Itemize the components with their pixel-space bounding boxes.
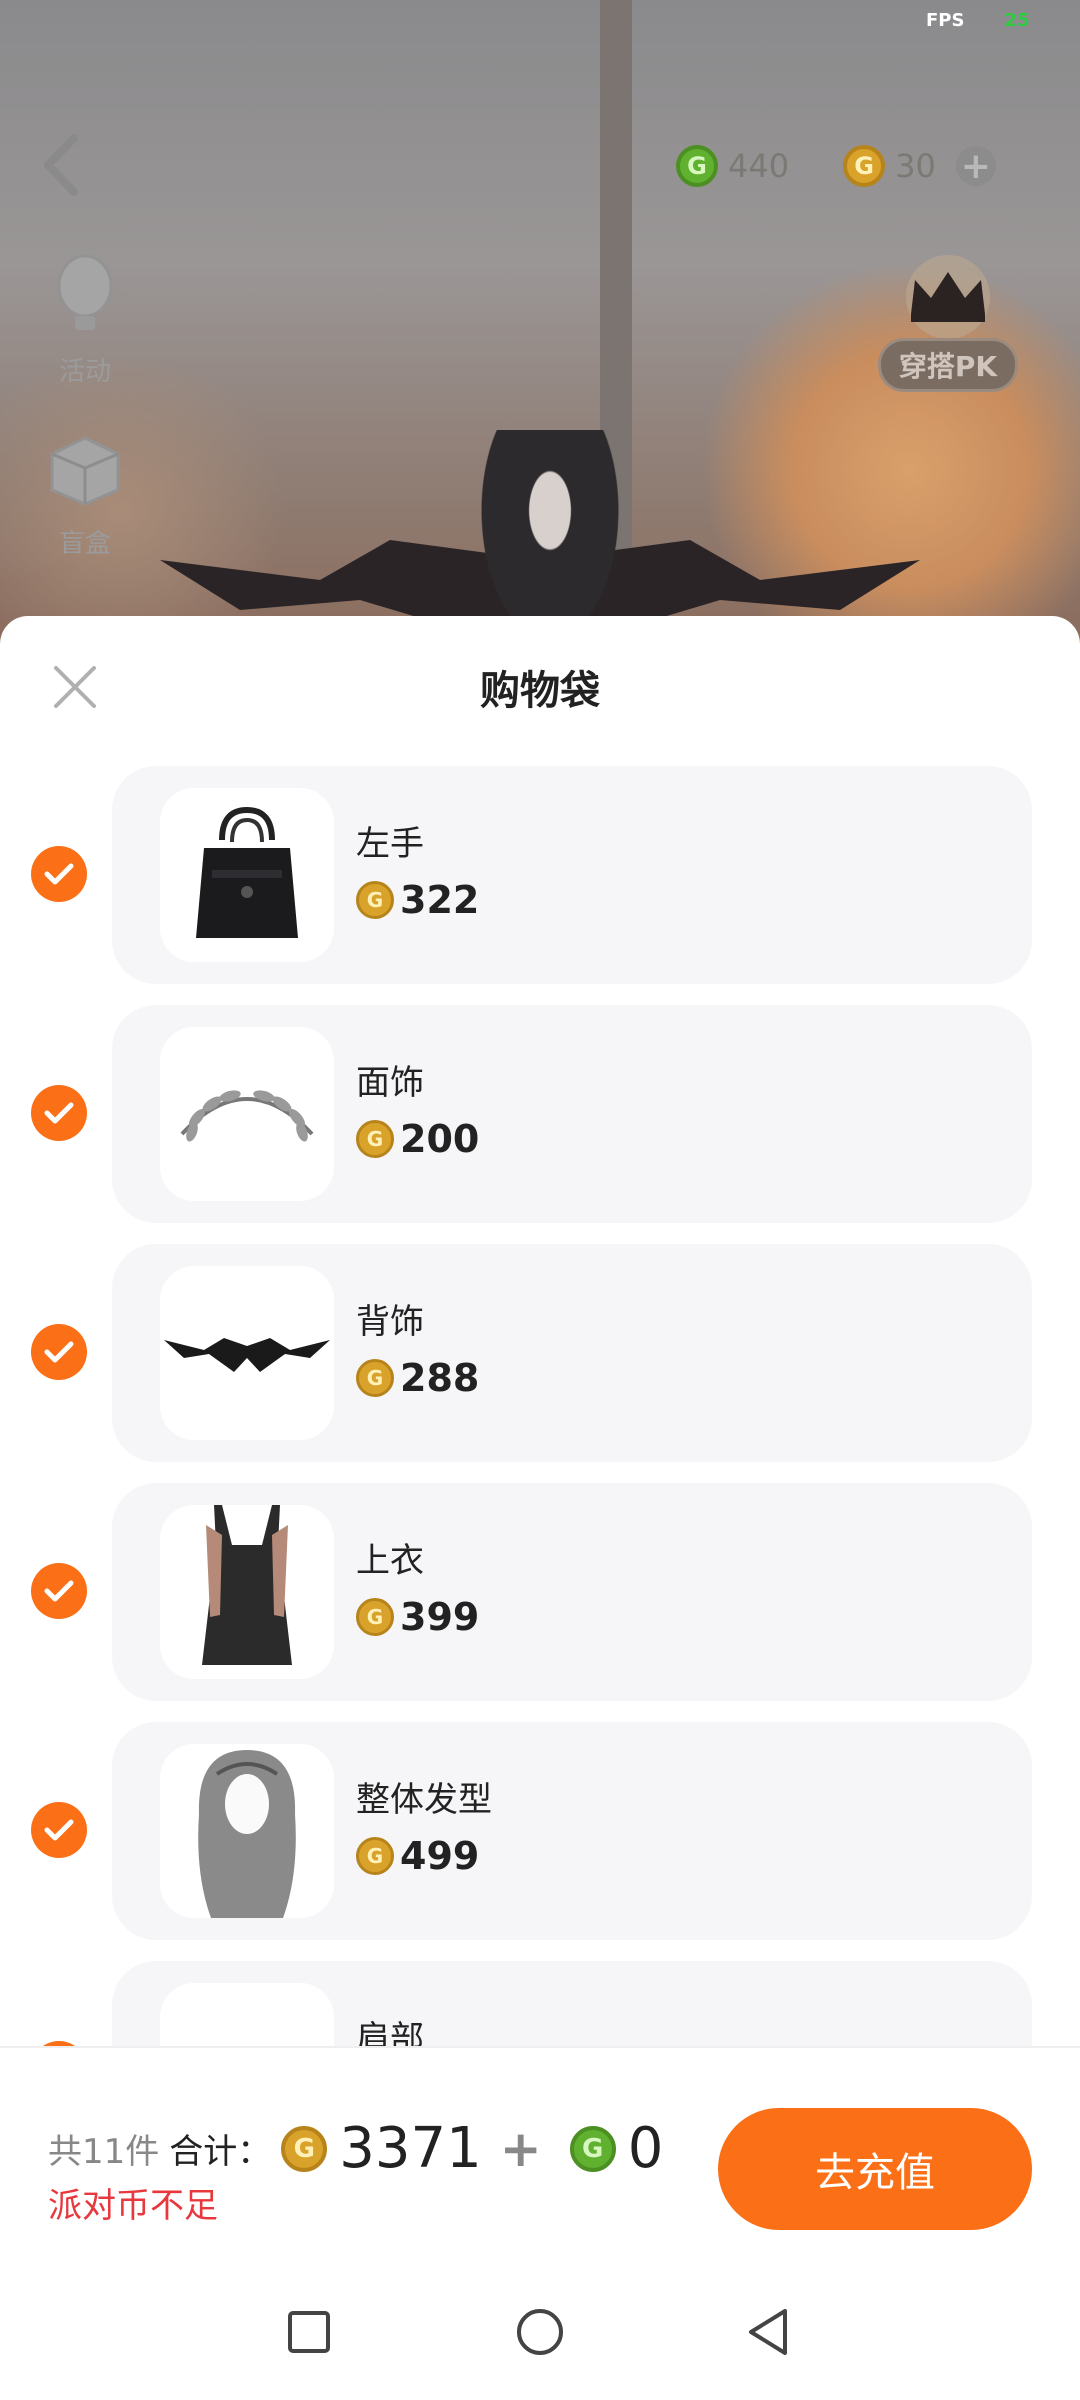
item-name: 上衣 — [356, 1541, 424, 1581]
cart-item-row[interactable]: 左手 G 322 — [0, 766, 1080, 1005]
fps-counter: FPS 25 — [926, 10, 1030, 31]
item-price: G 499 — [356, 1834, 479, 1878]
checkout-footer: 共11件 合计： G 3371 + G 0 派对币不足 去充值 — [0, 2046, 1080, 2266]
crown-icon — [906, 255, 990, 339]
cart-item-card[interactable]: 整体发型 G 499 — [112, 1722, 1032, 1940]
checkbox-checked-icon[interactable] — [31, 1802, 87, 1858]
g-coin-gold-icon: G — [356, 881, 394, 919]
g-coin-gold-icon: G — [356, 1598, 394, 1636]
green-total: 0 — [627, 2116, 664, 2181]
shoulder-thumbnail — [160, 1983, 334, 2050]
system-navigation-bar — [0, 2266, 1080, 2400]
g-coin-gold-icon: G — [281, 2125, 328, 2172]
add-currency-button[interactable]: + — [955, 146, 996, 187]
insufficient-funds-warning: 派对币不足 — [48, 2186, 218, 2226]
cart-item-card[interactable]: 背饰 G 288 — [112, 1244, 1032, 1462]
blind-box-icon — [50, 436, 120, 506]
recharge-button[interactable]: 去充值 — [718, 2108, 1032, 2230]
checkbox-checked-icon[interactable] — [31, 846, 87, 902]
handbag-thumbnail — [160, 788, 334, 962]
long-hair-thumbnail — [160, 1744, 334, 1918]
back-arrow-icon[interactable] — [36, 130, 86, 200]
item-price: G 322 — [356, 878, 479, 922]
currency-bar: G 440 G 30 + — [676, 140, 996, 192]
circle-icon — [517, 2309, 563, 2355]
outfit-pk-button[interactable]: 穿搭PK — [858, 252, 1038, 402]
gold-total: 3371 — [339, 2116, 482, 2181]
checkbox-checked-icon[interactable] — [31, 1563, 87, 1619]
checkbox-checked-icon[interactable] — [31, 1085, 87, 1141]
plus-sign: + — [499, 2119, 542, 2178]
item-name: 肩部 — [356, 2019, 424, 2050]
triangle-back-icon — [749, 2309, 787, 2355]
total-label: 合计： — [169, 2132, 272, 2172]
g-coin-gold-icon: G — [356, 1837, 394, 1875]
cart-item-card[interactable]: 面饰 G 200 — [112, 1005, 1032, 1223]
item-name: 整体发型 — [356, 1780, 492, 1820]
item-name: 背饰 — [356, 1302, 424, 1342]
g-coin-green-icon: G — [676, 145, 718, 187]
cart-item-row[interactable]: 背饰 G 288 — [0, 1244, 1080, 1483]
activity-button[interactable]: 活动 — [40, 252, 130, 388]
sheet-header: 购物袋 — [0, 616, 1080, 752]
g-coin-gold-icon: G — [356, 1120, 394, 1158]
home-button[interactable] — [500, 2292, 580, 2372]
bat-wings-thumbnail — [160, 1266, 334, 1440]
item-name: 左手 — [356, 824, 424, 864]
sheet-title: 购物袋 — [480, 668, 600, 714]
slip-dress-thumbnail — [160, 1505, 334, 1679]
cart-item-list[interactable]: 左手 G 322 面饰 G 200 背饰 G 288 上衣 G 399 整体发型… — [0, 766, 1080, 2050]
gold-currency: G 30 — [843, 145, 936, 187]
cart-item-row[interactable]: 整体发型 G 499 — [0, 1722, 1080, 1961]
square-icon — [288, 2311, 330, 2353]
recent-apps-button[interactable] — [269, 2292, 349, 2372]
g-coin-green-icon: G — [569, 2125, 616, 2172]
item-price: G 288 — [356, 1356, 479, 1400]
item-price: G 399 — [356, 1595, 479, 1639]
cart-item-row[interactable]: 上衣 G 399 — [0, 1483, 1080, 1722]
laurel-wreath-thumbnail — [160, 1027, 334, 1201]
cart-item-card[interactable]: 上衣 G 399 — [112, 1483, 1032, 1701]
g-coin-gold-icon: G — [843, 145, 886, 187]
item-name: 面饰 — [356, 1063, 424, 1103]
cart-item-card[interactable]: 左手 G 322 — [112, 766, 1032, 984]
balloon-icon — [57, 254, 113, 330]
cart-item-card[interactable]: 肩部 — [112, 1961, 1032, 2050]
item-price: G 200 — [356, 1117, 479, 1161]
cart-item-row[interactable]: 面饰 G 200 — [0, 1005, 1080, 1244]
green-currency: G 440 — [676, 145, 789, 187]
checkbox-checked-icon[interactable] — [31, 1324, 87, 1380]
order-summary: 共11件 合计： G 3371 + G 0 — [48, 2116, 663, 2181]
cart-item-row[interactable]: 肩部 — [0, 1961, 1080, 2050]
back-button[interactable] — [728, 2292, 808, 2372]
blind-box-button[interactable]: 盲盒 — [40, 424, 130, 560]
g-coin-gold-icon: G — [356, 1359, 394, 1397]
item-count: 共11件 — [48, 2132, 160, 2172]
